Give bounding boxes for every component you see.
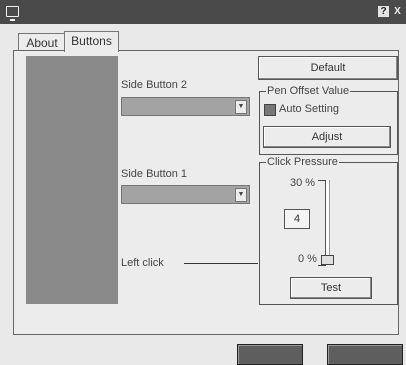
pressure-value-field[interactable]: 4 [284,209,310,229]
slider-tick-top [318,180,326,181]
app-window-icon [6,6,19,21]
side-button-2-select[interactable]: ▼ [121,97,250,116]
pen-preview-area [26,56,118,304]
test-button[interactable]: Test [290,277,372,299]
side-button-1-select[interactable]: ▼ [121,185,250,204]
close-button[interactable]: X [392,6,403,17]
auto-setting-checkbox[interactable] [264,104,276,116]
left-click-label: Left click [121,257,164,269]
default-button[interactable]: Default [258,56,398,80]
pressure-slider-track[interactable] [325,180,330,265]
title-bar: ? X [0,0,406,24]
chevron-down-icon[interactable]: ▼ [235,100,247,114]
ok-button[interactable] [237,344,303,365]
slider-tick-bottom [318,265,326,266]
pressure-slider-thumb[interactable] [321,255,334,266]
tab-buttons[interactable]: Buttons [64,31,119,52]
pen-settings-window: ? X About Buttons Side Button 2 ▼ Side B… [0,0,406,365]
cancel-button[interactable] [327,344,403,365]
side-button-1-label: Side Button 1 [121,168,188,180]
click-pressure-legend: Click Pressure [266,156,339,168]
auto-setting-label: Auto Setting [279,103,339,115]
chevron-down-icon[interactable]: ▼ [235,188,247,202]
pressure-min-label: 0 % [298,253,317,265]
pen-offset-legend: Pen Offset Value [266,85,351,97]
adjust-button[interactable]: Adjust [263,126,391,148]
pressure-max-label: 30 % [290,177,316,189]
left-click-connector-line [184,263,258,264]
help-button[interactable]: ? [378,6,389,17]
side-button-2-label: Side Button 2 [121,79,188,91]
